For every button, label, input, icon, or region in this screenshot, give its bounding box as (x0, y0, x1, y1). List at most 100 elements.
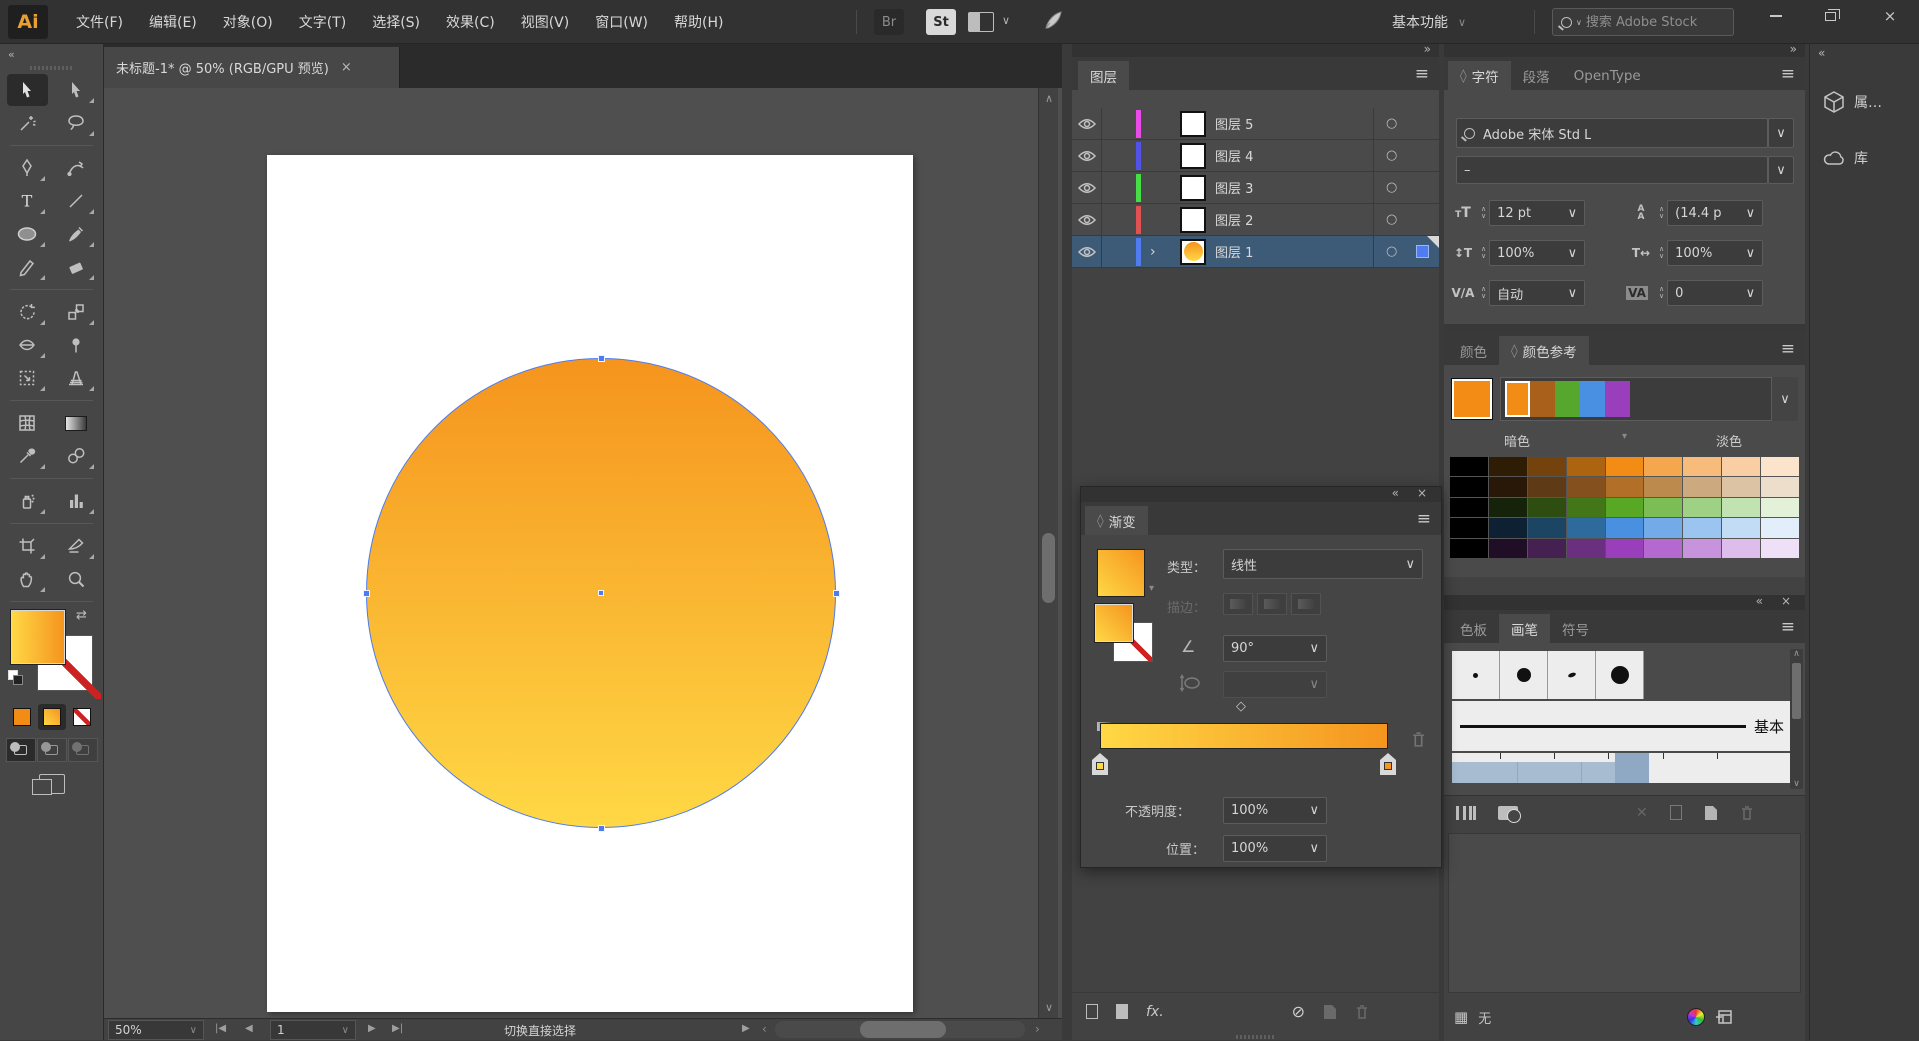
color-swatch[interactable] (1605, 381, 1630, 417)
layer-row-selected[interactable]: › 图层 1 ○ (1072, 236, 1439, 268)
color-wheel-icon[interactable] (1687, 1008, 1705, 1026)
last-artboard-button[interactable]: ▶| (392, 1023, 403, 1034)
color-swatch[interactable] (1528, 518, 1566, 537)
delete-item-icon[interactable] (1355, 1004, 1369, 1020)
position-field[interactable]: 100% ∨ (1223, 835, 1327, 862)
font-family-field[interactable]: Adobe 宋体 Std L (1456, 118, 1768, 148)
mesh-tool[interactable] (7, 407, 48, 439)
prev-artboard-button[interactable]: ◀ (245, 1023, 253, 1034)
document-tab[interactable]: 未标题-1* @ 50% (RGB/GPU 预览) × (104, 47, 400, 88)
layer-target-icon[interactable]: ○ (1386, 148, 1397, 163)
scroll-thumb[interactable] (1792, 663, 1801, 719)
new-stroke-icon[interactable] (1086, 1004, 1098, 1019)
color-swatch[interactable] (1722, 518, 1760, 537)
layer-name[interactable]: 图层 4 (1215, 146, 1253, 165)
layer-target-icon[interactable]: ○ (1386, 116, 1397, 131)
toolbar-collapse[interactable]: « (0, 46, 103, 62)
color-swatch[interactable] (1606, 518, 1644, 537)
color-swatch[interactable] (1489, 518, 1527, 537)
swatch-kind-icon[interactable]: ▦ (1454, 1008, 1468, 1026)
color-swatch[interactable] (1683, 539, 1721, 558)
color-swatch[interactable] (1528, 477, 1566, 496)
toolbar-grip[interactable] (30, 66, 74, 70)
color-swatch[interactable] (1644, 457, 1682, 476)
color-swatch[interactable] (1683, 457, 1721, 476)
close-panel-icon[interactable]: × (1781, 594, 1791, 608)
character-panel-menu-icon[interactable]: ≡ (1781, 64, 1795, 84)
layer-row[interactable]: 图层 2 ○ (1072, 204, 1439, 236)
arrange-documents-icon[interactable] (968, 12, 994, 32)
minimize-button[interactable] (1752, 0, 1800, 32)
swap-fill-stroke-icon[interactable]: ⇄ (76, 608, 87, 623)
brush-libraries-icon[interactable] (1456, 806, 1476, 820)
draw-inside-button[interactable] (68, 738, 98, 762)
font-style-chevron[interactable]: ∨ (1768, 156, 1794, 184)
layer-row[interactable]: 图层 3 ○ (1072, 172, 1439, 204)
draw-behind-button[interactable] (37, 738, 67, 762)
current-color-swatch[interactable] (1452, 379, 1492, 419)
lock-cell[interactable] (1102, 108, 1134, 139)
font-size-field[interactable]: 12 pt∨ (1489, 200, 1585, 226)
color-swatch[interactable] (1606, 498, 1644, 517)
color-swatch[interactable] (1606, 477, 1644, 496)
color-variation-grid[interactable] (1450, 457, 1799, 558)
cc-libraries-icon[interactable] (1498, 806, 1518, 820)
clear-appearance-icon[interactable]: ⊘ (1292, 1002, 1305, 1021)
canvas-vertical-scrollbar[interactable]: ∧ ∨ (1038, 88, 1058, 1018)
color-swatch[interactable] (1722, 498, 1760, 517)
scroll-down-icon[interactable]: ∨ (1790, 779, 1803, 789)
bridge-button[interactable]: Br (874, 9, 904, 35)
font-size-stepper[interactable]: ∧∨ (1481, 206, 1486, 220)
brush-pattern[interactable] (1452, 753, 1792, 783)
curvature-tool[interactable] (56, 152, 97, 184)
new-brush-icon[interactable] (1704, 805, 1718, 821)
brush-calligraphic[interactable] (1548, 651, 1596, 699)
leading-stepper[interactable]: ∧∨ (1659, 206, 1664, 220)
layer-name[interactable]: 图层 2 (1215, 210, 1253, 229)
gradient-tool[interactable] (56, 407, 97, 439)
next-artboard-button[interactable]: ▶ (368, 1023, 376, 1034)
color-swatch[interactable] (1606, 539, 1644, 558)
default-fill-stroke-icon[interactable] (8, 670, 24, 686)
swatches-empty-area[interactable] (1448, 833, 1801, 993)
fill-color-swatch[interactable] (11, 610, 65, 664)
scroll-up-icon[interactable]: ∧ (1790, 649, 1803, 659)
tab-swatches[interactable]: 色板 (1448, 614, 1499, 643)
lock-cell[interactable] (1102, 236, 1134, 267)
color-swatch[interactable] (1450, 498, 1488, 517)
color-swatch[interactable] (1567, 477, 1605, 496)
visibility-toggle[interactable] (1072, 140, 1102, 171)
new-swatch-icon[interactable] (1715, 1009, 1733, 1025)
visibility-toggle[interactable] (1072, 108, 1102, 139)
harmony-rules-chevron[interactable]: ∨ (1772, 377, 1798, 421)
color-swatch[interactable] (1644, 518, 1682, 537)
vscroll-thumb[interactable] (1042, 533, 1055, 603)
kerning-field[interactable]: 自动∨ (1489, 280, 1585, 306)
color-swatch[interactable] (1450, 539, 1488, 558)
gradient-button[interactable] (38, 704, 66, 730)
direct-selection-tool[interactable] (56, 74, 97, 106)
arrange-documents-chevron[interactable]: ∨ (1002, 14, 1010, 27)
tab-color[interactable]: 颜色 (1448, 336, 1499, 365)
eraser-tool[interactable] (56, 251, 97, 283)
color-swatch[interactable] (1567, 539, 1605, 558)
pen-tool[interactable] (7, 152, 48, 184)
paintbrush-tool[interactable] (56, 218, 97, 250)
tab-symbols[interactable]: 符号 (1550, 614, 1601, 643)
leading-field[interactable]: (14.4 p∨ (1667, 200, 1763, 226)
collapse-panel-icon[interactable]: « (1756, 594, 1763, 608)
tracking-stepper[interactable]: ∧∨ (1659, 286, 1664, 300)
gradient-stop-left[interactable] (1092, 753, 1108, 775)
color-swatch[interactable] (1450, 477, 1488, 496)
line-segment-tool[interactable] (56, 185, 97, 217)
vscale-stepper[interactable]: ∧∨ (1481, 246, 1486, 260)
rotate-tool[interactable] (7, 296, 48, 328)
screen-mode-button[interactable] (39, 774, 65, 794)
color-swatch[interactable] (1683, 518, 1721, 537)
font-family-chevron[interactable]: ∨ (1768, 118, 1794, 148)
brushes-panel-menu-icon[interactable]: ≡ (1781, 617, 1795, 637)
layer-target-icon[interactable]: ○ (1386, 244, 1397, 259)
visibility-toggle[interactable] (1072, 204, 1102, 235)
magic-wand-tool[interactable] (7, 107, 48, 139)
center-point[interactable] (598, 590, 604, 596)
